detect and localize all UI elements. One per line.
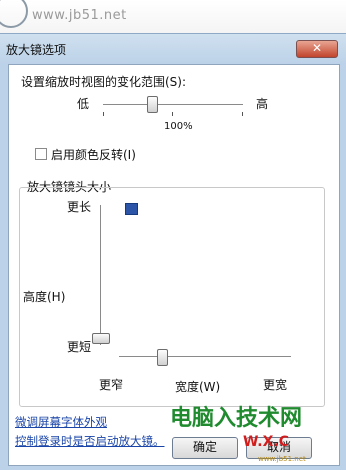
width-right-label: 更宽 [263, 378, 288, 392]
width-left-label: 更窄 [99, 378, 124, 392]
zoom-tick [242, 112, 243, 116]
zoom-increment-track [103, 104, 243, 105]
logon-startup-link[interactable]: 控制登录时是否启动放大镜。 [15, 433, 165, 449]
width-slider[interactable] [157, 349, 168, 366]
color-inversion-checkbox[interactable] [35, 148, 47, 160]
zoom-tick [172, 112, 173, 116]
ok-button[interactable]: 确定 [172, 437, 238, 459]
height-top-label: 更长 [67, 200, 92, 214]
lens-preview-icon [125, 203, 138, 215]
height-label: 高度(H) [23, 290, 66, 304]
height-slider[interactable] [92, 333, 110, 344]
browser-url: www.jb51.net [32, 8, 127, 23]
watermark-logo: W.X.C [243, 434, 290, 450]
close-icon: ✕ [311, 41, 323, 55]
height-track [100, 205, 101, 345]
zoom-min-label: 低 [77, 97, 90, 111]
browser-top-strip: www.jb51.net [0, 0, 346, 34]
close-button[interactable]: ✕ [296, 40, 338, 58]
zoom-increment-label: 设置缩放时视图的变化范围(S): [21, 75, 187, 89]
width-label: 宽度(W) [175, 380, 221, 394]
height-bottom-label: 更短 [67, 340, 92, 354]
zoom-value-label: 100% [164, 121, 193, 132]
dialog-title: 放大镜选项 [6, 43, 67, 57]
watermark-text: 电脑入技术网 [170, 406, 303, 431]
width-track [119, 356, 291, 357]
color-inversion-label: 启用颜色反转(I) [51, 148, 136, 162]
font-tuning-link[interactable]: 微调屏幕字体外观 [15, 414, 107, 430]
zoom-increment-slider[interactable] [147, 96, 158, 113]
zoom-tick [103, 112, 104, 116]
watermark-url: www.jb51.net [258, 455, 306, 463]
magnifier-icon [0, 0, 28, 28]
zoom-max-label: 高 [256, 97, 269, 111]
